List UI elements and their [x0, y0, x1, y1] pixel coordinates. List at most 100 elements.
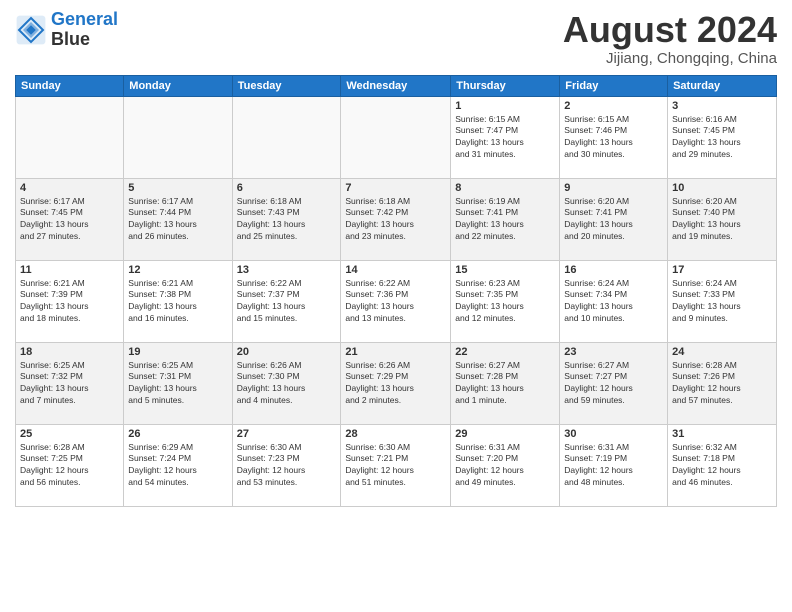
- calendar-week-1: 1Sunrise: 6:15 AM Sunset: 7:47 PM Daylig…: [16, 96, 777, 178]
- header-tuesday: Tuesday: [232, 75, 341, 96]
- day-number: 21: [345, 346, 446, 358]
- header-monday: Monday: [124, 75, 232, 96]
- day-number: 7: [345, 182, 446, 194]
- calendar-cell: 22Sunrise: 6:27 AM Sunset: 7:28 PM Dayli…: [451, 342, 560, 424]
- day-info: Sunrise: 6:15 AM Sunset: 7:46 PM Dayligh…: [564, 114, 663, 162]
- logo-line1: General: [51, 9, 118, 29]
- logo-icon: [15, 14, 47, 46]
- day-info: Sunrise: 6:30 AM Sunset: 7:21 PM Dayligh…: [345, 442, 446, 490]
- day-info: Sunrise: 6:25 AM Sunset: 7:31 PM Dayligh…: [128, 360, 227, 408]
- header: General Blue August 2024 Jijiang, Chongq…: [15, 10, 777, 67]
- day-number: 30: [564, 428, 663, 440]
- day-number: 20: [237, 346, 337, 358]
- calendar-cell: 5 Sunrise: 6:17 AM Sunset: 7:44 PM Daylig…: [124, 178, 232, 260]
- day-info: Sunrise: 6:31 AM Sunset: 7:20 PM Dayligh…: [455, 442, 555, 490]
- day-info: Sunrise: 6:18 AM Sunset: 7:43 PM Dayligh…: [237, 196, 337, 244]
- day-info: Sunrise: 6:27 AM Sunset: 7:27 PM Dayligh…: [564, 360, 663, 408]
- day-number: 17: [672, 264, 772, 276]
- logo: General Blue: [15, 10, 118, 50]
- calendar-cell: 13 Sunrise: 6:22 AM Sunset: 7:37 PM Dayli…: [232, 260, 341, 342]
- header-saturday: Saturday: [668, 75, 777, 96]
- day-info: Sunrise: 6:28 AM Sunset: 7:25 PM Dayligh…: [20, 442, 119, 490]
- day-info: Sunrise: 6:16 AM Sunset: 7:45 PM Dayligh…: [672, 114, 772, 162]
- day-info: Sunrise: 6:15 AM Sunset: 7:47 PM Dayligh…: [455, 114, 555, 162]
- day-number: 4: [20, 182, 119, 194]
- day-number: 15: [455, 264, 555, 276]
- day-number: 29: [455, 428, 555, 440]
- day-number: 12: [128, 264, 227, 276]
- day-info: Sunrise: 6:32 AM Sunset: 7:18 PM Dayligh…: [672, 442, 772, 490]
- day-number: 26: [128, 428, 227, 440]
- calendar-cell: 25 Sunrise: 6:28 AM Sunset: 7:25 PM Dayli…: [16, 424, 124, 506]
- day-number: 9: [564, 182, 663, 194]
- calendar-cell: [341, 96, 451, 178]
- calendar-cell: [232, 96, 341, 178]
- calendar-cell: 6Sunrise: 6:18 AM Sunset: 7:43 PM Daylig…: [232, 178, 341, 260]
- calendar-cell: 20 Sunrise: 6:26 AM Sunset: 7:30 PM Dayli…: [232, 342, 341, 424]
- calendar-cell: 17 Sunrise: 6:24 AM Sunset: 7:33 PM Dayli…: [668, 260, 777, 342]
- day-number: 19: [128, 346, 227, 358]
- calendar-cell: 16Sunrise: 6:24 AM Sunset: 7:34 PM Dayli…: [560, 260, 668, 342]
- calendar-cell: 18 Sunrise: 6:25 AM Sunset: 7:32 PM Dayli…: [16, 342, 124, 424]
- day-number: 27: [237, 428, 337, 440]
- calendar-cell: 27Sunrise: 6:30 AM Sunset: 7:23 PM Dayli…: [232, 424, 341, 506]
- calendar-cell: 7 Sunrise: 6:18 AM Sunset: 7:42 PM Daylig…: [341, 178, 451, 260]
- day-number: 23: [564, 346, 663, 358]
- calendar-cell: 23 Sunrise: 6:27 AM Sunset: 7:27 PM Dayli…: [560, 342, 668, 424]
- logo-text: General Blue: [51, 10, 118, 50]
- day-number: 18: [20, 346, 119, 358]
- day-number: 13: [237, 264, 337, 276]
- day-number: 24: [672, 346, 772, 358]
- day-number: 2: [564, 100, 663, 112]
- day-number: 3: [672, 100, 772, 112]
- calendar-cell: 9Sunrise: 6:20 AM Sunset: 7:41 PM Daylig…: [560, 178, 668, 260]
- calendar-cell: 10 Sunrise: 6:20 AM Sunset: 7:40 PM Dayli…: [668, 178, 777, 260]
- month-title: August 2024: [563, 10, 777, 50]
- calendar-week-3: 11Sunrise: 6:21 AM Sunset: 7:39 PM Dayli…: [16, 260, 777, 342]
- day-info: Sunrise: 6:20 AM Sunset: 7:40 PM Dayligh…: [672, 196, 772, 244]
- calendar-cell: [124, 96, 232, 178]
- calendar-cell: 30 Sunrise: 6:31 AM Sunset: 7:19 PM Dayli…: [560, 424, 668, 506]
- day-number: 8: [455, 182, 555, 194]
- header-friday: Friday: [560, 75, 668, 96]
- day-info: Sunrise: 6:21 AM Sunset: 7:38 PM Dayligh…: [128, 278, 227, 326]
- day-info: Sunrise: 6:18 AM Sunset: 7:42 PM Dayligh…: [345, 196, 446, 244]
- day-number: 10: [672, 182, 772, 194]
- calendar-cell: 28 Sunrise: 6:30 AM Sunset: 7:21 PM Dayli…: [341, 424, 451, 506]
- calendar-cell: 12 Sunrise: 6:21 AM Sunset: 7:38 PM Dayli…: [124, 260, 232, 342]
- calendar-cell: 31 Sunrise: 6:32 AM Sunset: 7:18 PM Dayli…: [668, 424, 777, 506]
- calendar-cell: 26 Sunrise: 6:29 AM Sunset: 7:24 PM Dayli…: [124, 424, 232, 506]
- day-info: Sunrise: 6:26 AM Sunset: 7:30 PM Dayligh…: [237, 360, 337, 408]
- calendar-header-row: Sunday Monday Tuesday Wednesday Thursday…: [16, 75, 777, 96]
- calendar-cell: 3 Sunrise: 6:16 AM Sunset: 7:45 PM Daylig…: [668, 96, 777, 178]
- day-number: 25: [20, 428, 119, 440]
- day-number: 16: [564, 264, 663, 276]
- calendar-cell: 29 Sunrise: 6:31 AM Sunset: 7:20 PM Dayli…: [451, 424, 560, 506]
- day-info: Sunrise: 6:28 AM Sunset: 7:26 PM Dayligh…: [672, 360, 772, 408]
- location-subtitle: Jijiang, Chongqing, China: [563, 50, 777, 67]
- calendar: Sunday Monday Tuesday Wednesday Thursday…: [15, 75, 777, 507]
- day-number: 28: [345, 428, 446, 440]
- day-number: 31: [672, 428, 772, 440]
- day-info: Sunrise: 6:17 AM Sunset: 7:45 PM Dayligh…: [20, 196, 119, 244]
- calendar-cell: 8 Sunrise: 6:19 AM Sunset: 7:41 PM Daylig…: [451, 178, 560, 260]
- calendar-cell: 4 Sunrise: 6:17 AM Sunset: 7:45 PM Daylig…: [16, 178, 124, 260]
- day-info: Sunrise: 6:29 AM Sunset: 7:24 PM Dayligh…: [128, 442, 227, 490]
- header-thursday: Thursday: [451, 75, 560, 96]
- calendar-cell: 1Sunrise: 6:15 AM Sunset: 7:47 PM Daylig…: [451, 96, 560, 178]
- calendar-cell: 2 Sunrise: 6:15 AM Sunset: 7:46 PM Daylig…: [560, 96, 668, 178]
- calendar-week-5: 25 Sunrise: 6:28 AM Sunset: 7:25 PM Dayli…: [16, 424, 777, 506]
- day-number: 5: [128, 182, 227, 194]
- day-info: Sunrise: 6:17 AM Sunset: 7:44 PM Dayligh…: [128, 196, 227, 244]
- calendar-week-2: 4 Sunrise: 6:17 AM Sunset: 7:45 PM Daylig…: [16, 178, 777, 260]
- day-info: Sunrise: 6:22 AM Sunset: 7:37 PM Dayligh…: [237, 278, 337, 326]
- day-info: Sunrise: 6:24 AM Sunset: 7:33 PM Dayligh…: [672, 278, 772, 326]
- day-number: 14: [345, 264, 446, 276]
- calendar-cell: 21Sunrise: 6:26 AM Sunset: 7:29 PM Dayli…: [341, 342, 451, 424]
- header-wednesday: Wednesday: [341, 75, 451, 96]
- day-info: Sunrise: 6:19 AM Sunset: 7:41 PM Dayligh…: [455, 196, 555, 244]
- day-number: 11: [20, 264, 119, 276]
- day-info: Sunrise: 6:31 AM Sunset: 7:19 PM Dayligh…: [564, 442, 663, 490]
- day-info: Sunrise: 6:22 AM Sunset: 7:36 PM Dayligh…: [345, 278, 446, 326]
- day-info: Sunrise: 6:25 AM Sunset: 7:32 PM Dayligh…: [20, 360, 119, 408]
